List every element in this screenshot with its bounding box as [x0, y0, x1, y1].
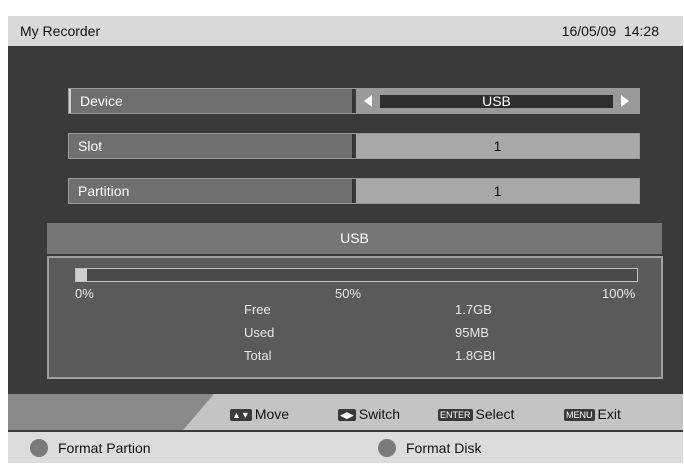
title-bar: My Recorder 16/05/09 14:28	[8, 16, 683, 46]
pct-label-0: 0%	[75, 286, 94, 301]
partition-row[interactable]: Partition 1	[68, 178, 640, 204]
device-value: USB	[380, 94, 613, 108]
datetime: 16/05/09 14:28	[562, 23, 659, 39]
format-disk-dot-icon[interactable]	[378, 439, 396, 457]
format-partition-button[interactable]: Format Partion	[58, 440, 151, 456]
pct-label-50: 50%	[335, 286, 362, 301]
arrow-right-icon[interactable]	[621, 95, 629, 107]
move-hint: ▲▼ Move	[230, 406, 290, 422]
pct-label-100: 100%	[602, 286, 636, 301]
action-bar: Format Partion Format Disk	[8, 432, 683, 463]
slot-label: Slot	[69, 134, 354, 158]
enter-key-icon: ENTER	[438, 409, 473, 421]
exit-hint: MENU Exit	[564, 406, 621, 422]
left-right-keys-icon: ◀▶	[338, 409, 356, 421]
time: 14:28	[623, 23, 659, 39]
slot-value: 1	[356, 134, 639, 158]
app-title: My Recorder	[20, 23, 101, 39]
date: 16/05/09	[561, 23, 617, 39]
usb-info-panel: 0% 50% 100% Free 1.7GB Used 95MB Total 1…	[47, 256, 663, 379]
total-label: Total	[244, 348, 272, 363]
used-label: Used	[244, 325, 275, 340]
device-row[interactable]: Device USB	[68, 88, 640, 114]
arrow-left-icon[interactable]	[364, 95, 372, 107]
partition-label: Partition	[69, 179, 354, 203]
partition-value: 1	[356, 179, 639, 203]
select-hint: ENTER Select	[438, 406, 515, 422]
free-label: Free	[244, 302, 271, 317]
free-value: 1.7GB	[455, 302, 492, 317]
total-value: 1.8GBI	[455, 348, 496, 363]
usage-progress-fill	[76, 269, 88, 281]
device-label: Device	[69, 89, 354, 113]
switch-hint: ◀▶ Switch	[338, 406, 401, 422]
usage-progress-bar	[75, 268, 638, 282]
device-selector[interactable]: USB	[356, 89, 639, 113]
help-bar-accent	[8, 394, 214, 430]
up-down-keys-icon: ▲▼	[230, 409, 252, 421]
used-value: 95MB	[455, 325, 489, 340]
format-partition-dot-icon[interactable]	[30, 439, 48, 457]
menu-key-icon: MENU	[564, 409, 595, 421]
format-disk-button[interactable]: Format Disk	[406, 440, 481, 456]
recorder-screen: My Recorder 16/05/09 14:28 Device USB Sl…	[8, 16, 683, 463]
usb-panel-header: USB	[47, 223, 662, 254]
slot-row[interactable]: Slot 1	[68, 133, 640, 159]
help-bar: ▲▼ Move ◀▶ Switch ENTER Select MENU Exit	[8, 394, 683, 430]
